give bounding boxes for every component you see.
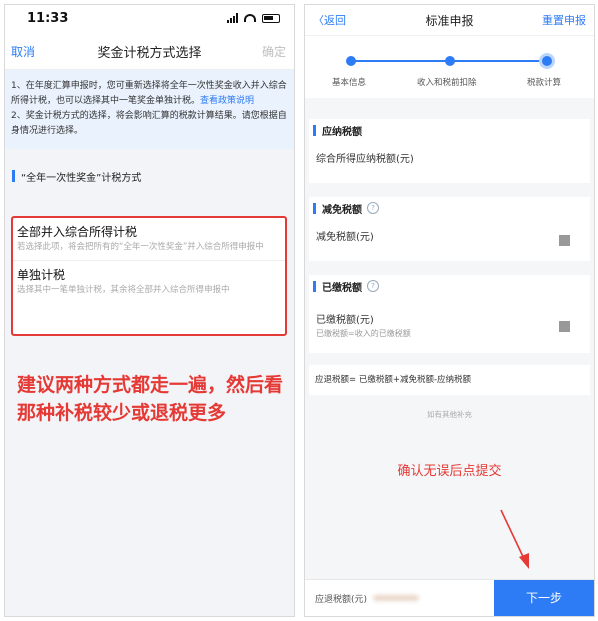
option-separate[interactable]: 单独计税 选择其中一笔单独计税，其余将全部并入综合所得申报中: [13, 260, 285, 297]
nav-bar: 取消 奖金计税方式选择 确定: [5, 33, 294, 70]
policy-link[interactable]: 查看政策说明: [200, 96, 254, 106]
refund-amount-blurred: [373, 595, 419, 601]
option-title: 全部并入综合所得计税: [17, 225, 138, 239]
status-bar: 11:33: [5, 5, 294, 33]
signal-icon: [227, 13, 238, 23]
arrow-annotation: [500, 509, 529, 569]
tax-method-options: 全部并入综合所得计税 若选择此项，将会把所有的“全年一次性奖金”并入综合所得申报…: [11, 216, 287, 336]
notice-box: 1、在年度汇算申报时，您可重新选择将全年一次性奖金收入并入综合所得计税，也可以选…: [5, 70, 294, 149]
status-time: 11:33: [27, 11, 69, 26]
page-title: 奖金计税方式选择: [97, 46, 202, 61]
refund-label: 应退税额(元): [315, 595, 368, 605]
arrow-line: [500, 509, 527, 564]
confirm-button[interactable]: 确定: [262, 43, 286, 60]
option-title: 单独计税: [17, 268, 66, 282]
right-screen: 〈返回 标准申报 重置申报 基本信息 收入和税前扣除 税款计算 应纳税额 综合所…: [304, 4, 595, 617]
option-desc: 选择其中一笔单独计税，其余将全部并入综合所得申报中: [17, 285, 230, 295]
wifi-icon: [244, 14, 256, 22]
arrow-head: [519, 553, 529, 569]
option-desc: 若选择此项，将会把所有的“全年一次性奖金”并入综合所得申报中: [17, 242, 264, 252]
section-title: “全年一次性奖金”计税方式: [5, 167, 294, 185]
left-screen: 11:33 取消 奖金计税方式选择 确定 1、在年度汇算申报时，您可重新选择将全…: [4, 4, 295, 617]
bottom-bar: 应退税额(元) 下一步: [305, 579, 594, 616]
notice-line-2: 2、奖金计税方式的选择，将会影响汇算的税款计算结果。请您根据自身情况进行选择。: [11, 111, 287, 136]
advice-annotation: 建议两种方式都走一遍，然后看那种补税较少或退税更多: [17, 374, 284, 424]
option-combined[interactable]: 全部并入综合所得计税 若选择此项，将会把所有的“全年一次性奖金”并入综合所得申报…: [13, 218, 285, 254]
section-bar: [12, 170, 15, 182]
next-step-button[interactable]: 下一步: [494, 580, 594, 616]
battery-icon: [262, 13, 280, 23]
